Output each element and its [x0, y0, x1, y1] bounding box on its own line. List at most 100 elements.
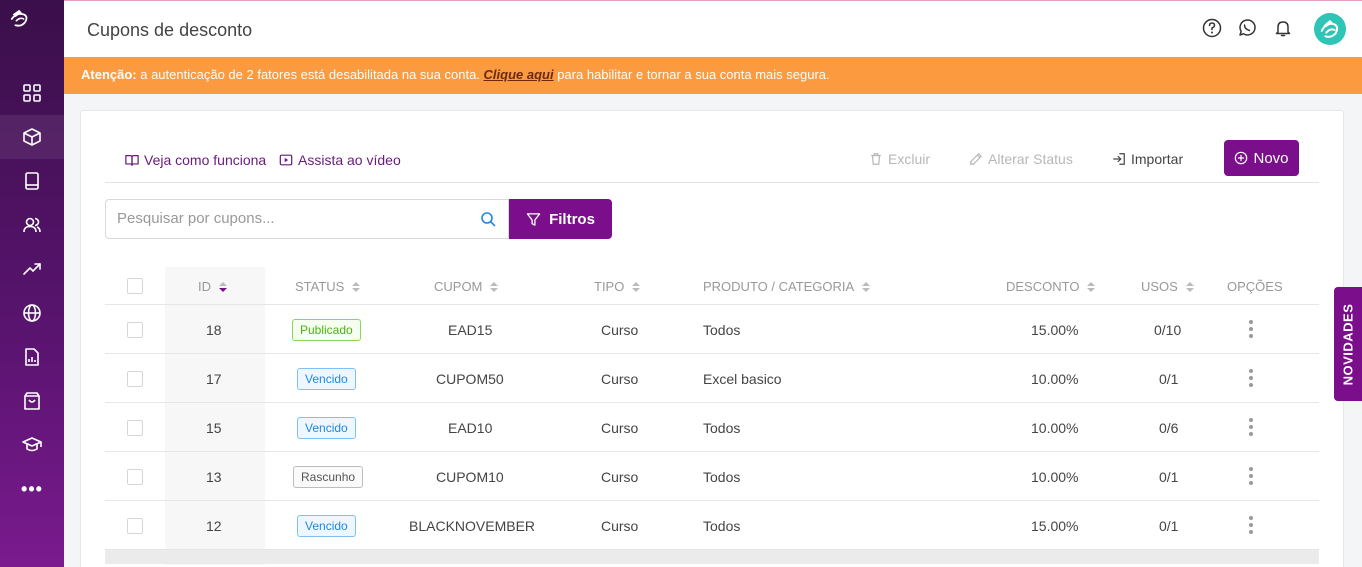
- row-checkbox[interactable]: [127, 371, 143, 387]
- enable-2fa-link[interactable]: Clique aqui: [484, 67, 554, 82]
- column-header-cupom[interactable]: CUPOM: [434, 279, 499, 294]
- cell-produto: Todos: [703, 420, 741, 436]
- filter-icon: [526, 212, 541, 226]
- column-header-desconto[interactable]: DESCONTO: [1006, 279, 1096, 294]
- whatsapp-icon[interactable]: [1236, 17, 1258, 39]
- column-label-tipo: TIPO: [594, 279, 625, 294]
- row-checkbox[interactable]: [127, 469, 143, 485]
- warning-text-after: para habilitar e tornar a sua conta mais…: [553, 67, 830, 82]
- sidebar-item-dashboard[interactable]: [0, 71, 64, 115]
- table-row[interactable]: 17 Vencido CUPOM50 Curso Excel basico 10…: [105, 354, 1319, 403]
- table-footer: [105, 550, 1319, 564]
- column-label-usos: USOS: [1141, 279, 1178, 294]
- how-it-works-link[interactable]: Veja como funciona: [125, 152, 266, 168]
- logo-icon[interactable]: [10, 8, 54, 52]
- column-label-desconto: DESCONTO: [1006, 279, 1080, 294]
- column-label-opcoes: OPÇÕES: [1227, 279, 1283, 294]
- two-factor-warning: Atenção: a autenticação de 2 fatores est…: [64, 57, 1362, 94]
- sidebar-item-store[interactable]: [0, 379, 64, 423]
- bell-icon[interactable]: [1272, 17, 1294, 39]
- table-row[interactable]: 13 Rascunho CUPOM10 Curso Todos 10.00% 0…: [105, 452, 1319, 501]
- cell-produto: Todos: [703, 322, 741, 338]
- import-label: Importar: [1131, 151, 1184, 167]
- row-checkbox[interactable]: [127, 322, 143, 338]
- row-options-icon[interactable]: [1248, 320, 1254, 338]
- globe-icon: [23, 304, 41, 322]
- sidebar-item-site[interactable]: [0, 291, 64, 335]
- column-header-tipo[interactable]: TIPO: [594, 279, 641, 294]
- book-icon: [25, 172, 39, 190]
- cell-id: 18: [206, 322, 222, 338]
- cell-cupom: EAD15: [448, 322, 493, 338]
- sidebar-item-reports[interactable]: [0, 335, 64, 379]
- table-header: ID STATUS CUPOM TIPO PRODUTO / CATEGORIA: [105, 267, 1319, 305]
- dashboard-icon: [23, 84, 41, 102]
- trash-icon: [871, 153, 881, 165]
- sort-icon: [490, 281, 499, 292]
- filters-button[interactable]: Filtros: [509, 199, 612, 239]
- row-options-icon[interactable]: [1248, 467, 1254, 485]
- column-label-id: ID: [198, 279, 211, 294]
- column-header-produto[interactable]: PRODUTO / CATEGORIA: [703, 279, 871, 294]
- help-icon[interactable]: [1201, 17, 1223, 39]
- cell-usos: 0/1: [1159, 371, 1179, 387]
- how-it-works-label: Veja como funciona: [144, 152, 267, 168]
- sidebar-item-sales[interactable]: [0, 247, 64, 291]
- cell-desconto: 10.00%: [1031, 371, 1079, 387]
- cell-desconto: 10.00%: [1031, 469, 1079, 485]
- cell-usos: 0/1: [1159, 469, 1179, 485]
- box-icon: [23, 128, 41, 146]
- cell-id: 15: [206, 420, 222, 436]
- column-header-id[interactable]: ID: [198, 279, 227, 294]
- plus-circle-icon: [1235, 151, 1248, 165]
- search-input[interactable]: [117, 210, 467, 227]
- sidebar-item-users[interactable]: [0, 203, 64, 247]
- row-options-icon[interactable]: [1248, 369, 1254, 387]
- column-header-status[interactable]: STATUS: [295, 279, 361, 294]
- row-checkbox[interactable]: [127, 518, 143, 534]
- import-button[interactable]: Importar: [1112, 151, 1183, 167]
- sidebar-item-more[interactable]: •••: [0, 467, 64, 511]
- sidebar-item-courses[interactable]: [0, 159, 64, 203]
- cell-tipo: Curso: [601, 371, 639, 387]
- trending-up-icon: [23, 263, 41, 275]
- table-row[interactable]: 12 Vencido BLACKNOVEMBER Curso Todos 15.…: [105, 501, 1319, 550]
- change-status-button[interactable]: Alterar Status: [969, 151, 1073, 167]
- page-title: Cupons de desconto: [87, 20, 253, 40]
- sidebar-item-academy[interactable]: [0, 423, 64, 467]
- row-checkbox[interactable]: [127, 420, 143, 436]
- change-status-label: Alterar Status: [988, 151, 1073, 167]
- search-icon[interactable]: [480, 211, 496, 227]
- column-header-usos[interactable]: USOS: [1141, 279, 1194, 294]
- cell-produto: Excel basico: [703, 371, 782, 387]
- cell-cupom: CUPOM10: [436, 469, 504, 485]
- select-all-checkbox[interactable]: [127, 278, 143, 294]
- row-options-icon[interactable]: [1248, 418, 1254, 436]
- warning-text-before: a autenticação de 2 fatores está desabil…: [136, 67, 484, 82]
- cell-usos: 0/10: [1154, 322, 1182, 338]
- book-open-icon: [125, 155, 139, 166]
- row-options-icon[interactable]: [1248, 516, 1254, 534]
- app-root: ••• Cupons de desconto Atenção: a autent…: [0, 0, 1362, 567]
- novidades-tab[interactable]: NOVIDADES: [1334, 287, 1362, 401]
- avatar-logo-icon: [1320, 19, 1339, 38]
- table-row[interactable]: 18 Publicado EAD15 Curso Todos 15.00% 0/…: [105, 305, 1319, 354]
- user-avatar[interactable]: [1314, 13, 1346, 45]
- table-row[interactable]: 15 Vencido EAD10 Curso Todos 10.00% 0/6: [105, 403, 1319, 452]
- cell-tipo: Curso: [601, 322, 639, 338]
- cell-tipo: Curso: [601, 469, 639, 485]
- cell-tipo: Curso: [601, 518, 639, 534]
- cell-id: 13: [206, 469, 222, 485]
- novidades-label: NOVIDADES: [1340, 303, 1356, 385]
- search-box: [105, 199, 509, 239]
- status-badge: Rascunho: [293, 466, 364, 488]
- cell-usos: 0/1: [1159, 518, 1179, 534]
- column-header-opcoes: OPÇÕES: [1227, 279, 1283, 294]
- coupons-card: Veja como funciona Assista ao vídeo Excl…: [80, 110, 1344, 567]
- watch-video-link[interactable]: Assista ao vídeo: [279, 152, 401, 168]
- delete-button[interactable]: Excluir: [869, 151, 930, 167]
- sort-icon: [1087, 281, 1096, 292]
- cell-produto: Todos: [703, 518, 741, 534]
- new-coupon-button[interactable]: Novo: [1224, 140, 1299, 176]
- sidebar-item-products[interactable]: [0, 115, 64, 159]
